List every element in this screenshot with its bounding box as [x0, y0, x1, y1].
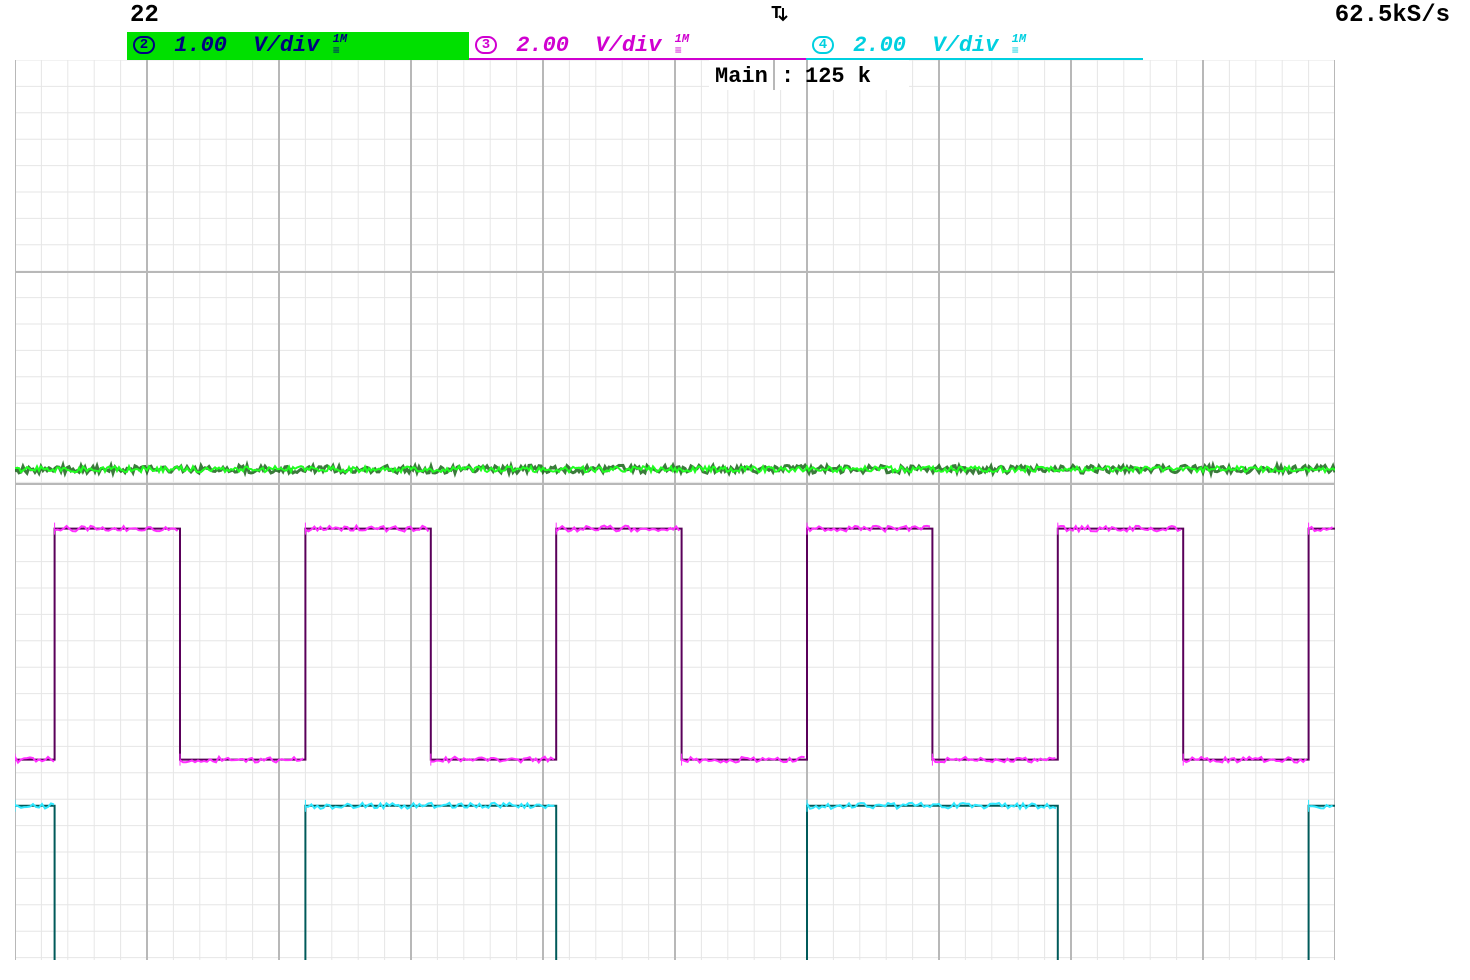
channel-4-icon: 4 — [812, 36, 834, 54]
channel-scale-bar: 2 1.00 V/div 1M≡ 3 2.00 V/div 1M≡ 4 2.00… — [15, 32, 1335, 60]
channel-3-icon: 3 — [475, 36, 497, 54]
channel-4-scale: 2.00 — [853, 33, 906, 58]
main-timebase-label: Main : — [715, 64, 794, 89]
channel-2-scale: 1.00 — [174, 33, 227, 58]
trigger-position-marker: T — [771, 2, 789, 26]
main-timebase-value: 125 k — [805, 64, 871, 89]
channel-3-panel: 3 2.00 V/div 1M≡ — [469, 32, 806, 60]
oscilloscope-svg — [15, 60, 1335, 960]
channel-4-panel: 4 2.00 V/div 1M≡ — [806, 32, 1143, 60]
channel-4-unit: V/div — [932, 33, 998, 58]
channel-3-unit: V/div — [595, 33, 661, 58]
sample-rate: 62.5kS/s — [1335, 2, 1450, 29]
channel-3-impedance: 1M≡ — [675, 33, 689, 57]
channel-2-icon: 2 — [133, 36, 155, 54]
channel-2-unit: V/div — [253, 33, 319, 58]
channel-4-impedance: 1M≡ — [1012, 33, 1026, 57]
svg-text:T: T — [771, 4, 782, 24]
channel-3-scale: 2.00 — [516, 33, 569, 58]
channel-2-impedance: 1M≡ — [333, 33, 347, 57]
header-left-number: 22 — [130, 2, 159, 29]
oscilloscope-plot: Main : 125 k — [15, 60, 1335, 960]
header-row: 22 T 62.5kS/s — [0, 0, 1470, 32]
channel-blank-2 — [1143, 32, 1335, 60]
channel-2-panel: 2 1.00 V/div 1M≡ — [127, 32, 469, 60]
channel-blank-1 — [15, 32, 127, 60]
